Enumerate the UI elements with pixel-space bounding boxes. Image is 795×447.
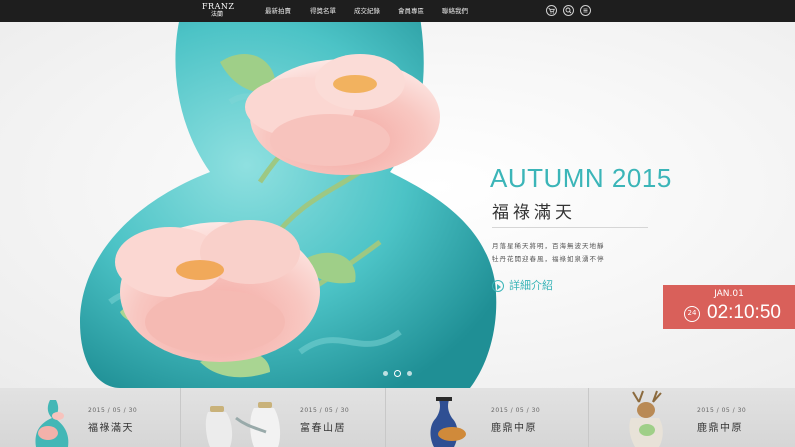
auction-card[interactable]: 2015 / 05 / 30 福祿滿天 — [0, 388, 181, 447]
cart-icon[interactable] — [546, 5, 557, 16]
brand-name: FRANZ — [202, 2, 235, 11]
menu-icon[interactable] — [580, 5, 591, 16]
nav-item-members[interactable]: 會員專區 — [398, 0, 424, 22]
slide-dot[interactable] — [383, 371, 388, 376]
vase-illustration — [80, 22, 497, 388]
slide-dot-active[interactable] — [394, 370, 401, 377]
top-nav-bar: FRANZ 法蘭 最新拍賣 得獎名單 成交紀錄 會員專區 聯絡我們 — [0, 0, 795, 22]
card-title: 鹿鼎中原 — [697, 423, 743, 434]
card-thumbnail — [430, 397, 466, 447]
hero-description: 月落星稀天將明，百海無波天地靜 牡丹花開迎春風，福祿如泉湧不停 — [492, 240, 682, 266]
search-icon[interactable] — [563, 5, 574, 16]
card-thumbnail — [35, 400, 69, 447]
play-circle-icon — [492, 280, 504, 292]
auction-card[interactable]: 2015 / 05 / 30 富春山居 — [181, 388, 386, 447]
slide-dot[interactable] — [407, 371, 412, 376]
hero-description-line: 牡丹花開迎春風，福祿如泉湧不停 — [492, 255, 605, 263]
brand-logo[interactable]: FRANZ 法蘭 — [202, 2, 235, 20]
countdown-date: JAN.01 — [714, 289, 744, 299]
card-thumbnail — [205, 402, 281, 447]
details-link[interactable]: 詳細介紹 — [492, 277, 553, 293]
card-date: 2015 / 05 / 30 — [300, 407, 350, 414]
hero-banner: AUTUMN 2015 福祿滿天 月落星稀天將明，百海無波天地靜 牡丹花開迎春風… — [0, 22, 795, 388]
card-thumbnail — [629, 390, 663, 447]
card-date: 2015 / 05 / 30 — [491, 407, 541, 414]
brand-sub: 法蘭 — [210, 11, 223, 18]
card-date: 2015 / 05 / 30 — [88, 407, 138, 414]
hero-divider — [492, 227, 648, 228]
hero-title: 福祿滿天 — [492, 203, 576, 223]
card-title: 富春山居 — [300, 423, 346, 434]
card-title: 福祿滿天 — [88, 423, 134, 434]
auction-cards: 2015 / 05 / 30 福祿滿天 2015 / 05 / 30 富春山居 … — [0, 388, 795, 447]
auction-card[interactable]: 2015 / 05 / 30 鹿鼎中原 — [386, 388, 589, 447]
clock-24h-icon: 24 — [684, 306, 700, 322]
nav-item-latest-auction[interactable]: 最新拍賣 — [265, 0, 291, 22]
hero-season: AUTUMN 2015 — [490, 163, 672, 193]
card-title: 鹿鼎中原 — [491, 423, 537, 434]
details-link-label: 詳細介紹 — [509, 279, 553, 292]
countdown-time: 02:10:50 — [707, 302, 781, 323]
nav-item-transactions[interactable]: 成交紀錄 — [354, 0, 380, 22]
card-date: 2015 / 05 / 30 — [697, 407, 747, 414]
nav-item-winners[interactable]: 得獎名單 — [310, 0, 336, 22]
auction-countdown: JAN.01 24 02:10:50 — [663, 285, 795, 329]
auction-card[interactable]: 2015 / 05 / 30 鹿鼎中原 — [589, 388, 795, 447]
nav-item-contact[interactable]: 聯絡我們 — [442, 0, 468, 22]
hero-description-line: 月落星稀天將明，百海無波天地靜 — [492, 242, 605, 250]
